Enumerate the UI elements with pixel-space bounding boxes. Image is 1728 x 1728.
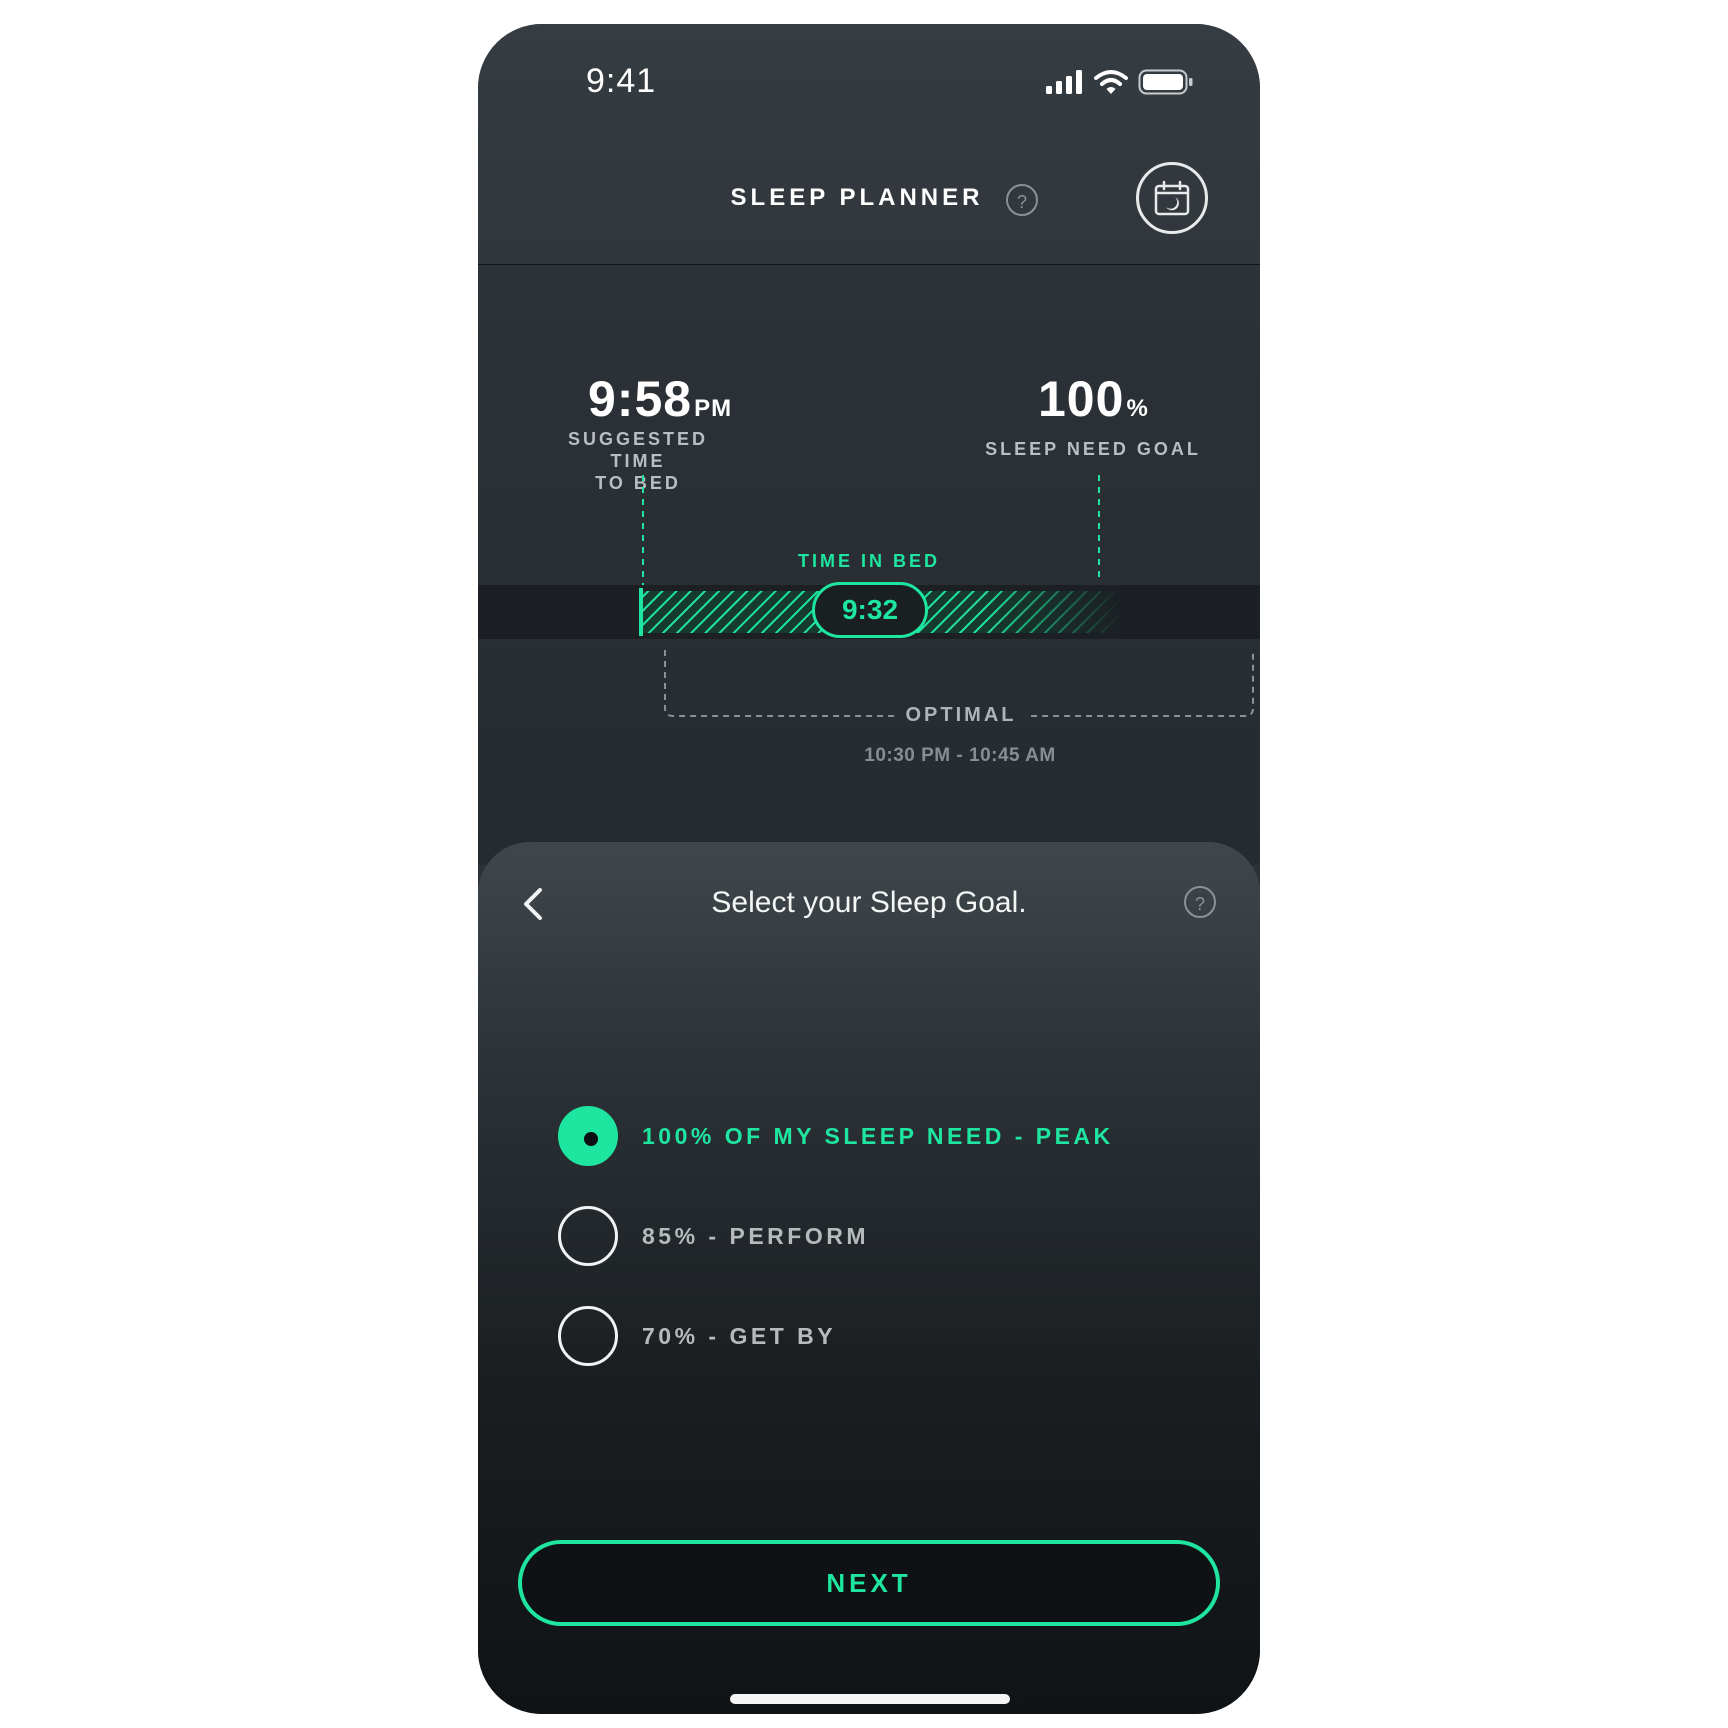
status-icons <box>1046 68 1194 96</box>
goal-option-label: 85% - PERFORM <box>642 1222 869 1249</box>
goal-option-label: 70% - GET BY <box>642 1322 837 1349</box>
time-in-bed-value: 9:32 <box>812 582 928 638</box>
radio-selected[interactable] <box>558 1106 618 1166</box>
phone-screen: 9:41 SLEEP PLANNER ? 9:58PM SUGGESTED TI… <box>478 24 1260 1714</box>
help-icon[interactable]: ? <box>1184 886 1216 918</box>
calendar-moon-icon <box>1154 180 1190 216</box>
wifi-icon <box>1094 70 1128 94</box>
goal-option-perform[interactable]: 85% - PERFORM <box>558 1204 869 1268</box>
next-button[interactable]: NEXT <box>518 1540 1220 1626</box>
optimal-label: OPTIMAL <box>896 703 1026 727</box>
sleep-goal-sheet: Select your Sleep Goal. ? 100% OF MY SLE… <box>478 842 1260 1714</box>
page-title-text: SLEEP PLANNER <box>730 184 984 211</box>
help-glyph: ? <box>1194 894 1205 914</box>
sleep-planner-panel: 9:58PM SUGGESTED TIME TO BED 100% SLEEP … <box>478 265 1260 865</box>
sheet-title: Select your Sleep Goal. <box>711 886 1027 919</box>
help-icon[interactable]: ? <box>1006 184 1038 216</box>
signal-icon <box>1046 70 1082 94</box>
home-indicator[interactable] <box>730 1694 1010 1704</box>
radio-unselected[interactable] <box>558 1306 618 1366</box>
top-bar: 9:41 SLEEP PLANNER ? <box>478 24 1260 265</box>
status-time: 9:41 <box>586 62 657 100</box>
goal-option-peak[interactable]: 100% OF MY SLEEP NEED - PEAK <box>558 1104 1114 1168</box>
battery-icon <box>1138 69 1193 95</box>
radio-unselected[interactable] <box>558 1206 618 1266</box>
calendar-button[interactable] <box>1136 162 1208 234</box>
optimal-range: 10:30 PM - 10:45 AM <box>864 745 1056 766</box>
goal-option-get-by[interactable]: 70% - GET BY <box>558 1304 836 1368</box>
help-glyph: ? <box>1016 192 1027 212</box>
time-in-bed-label: TIME IN BED <box>797 551 940 571</box>
goal-option-label: 100% OF MY SLEEP NEED - PEAK <box>642 1122 1114 1149</box>
